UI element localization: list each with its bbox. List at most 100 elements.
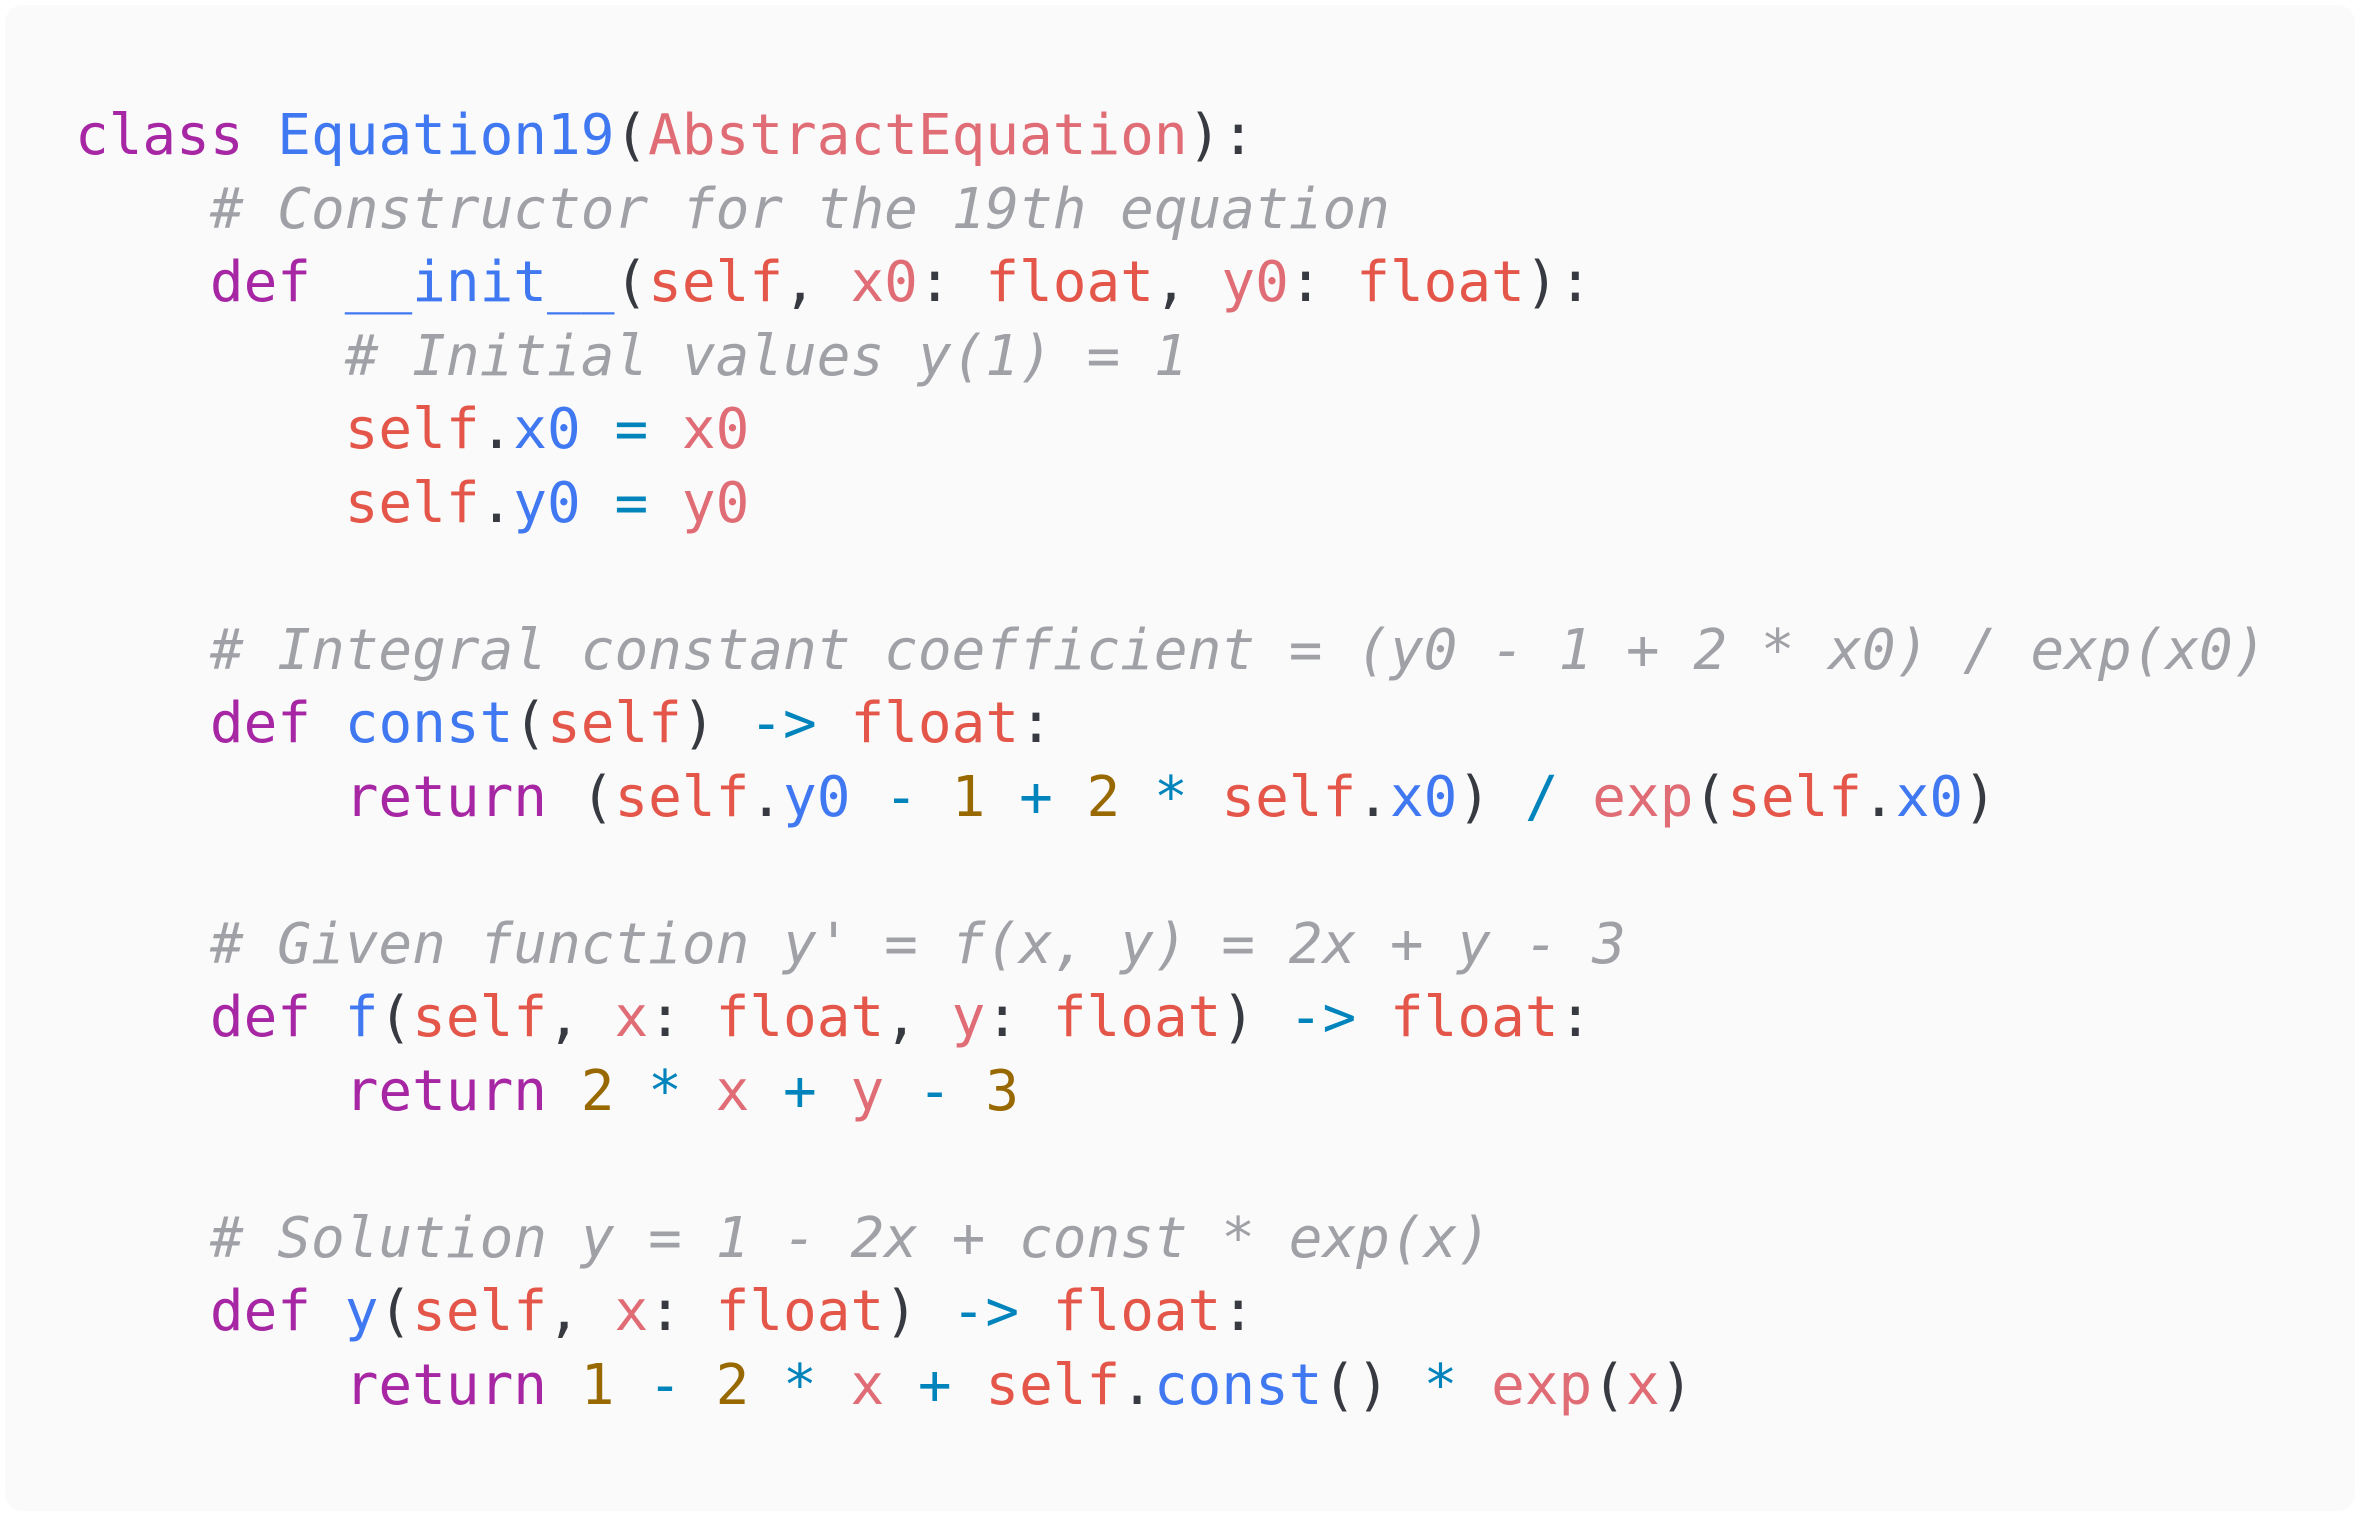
self-token: self [1221,764,1357,830]
code-line: class Equation19(AbstractEquation): [75,99,2355,173]
comment-token: # Given function y' = f(x, y) = 2x + y -… [209,911,1626,977]
code-line: def f(self, x: float, y: float) -> float… [75,981,2355,1055]
self-token: self [1727,764,1862,830]
code-line: # Integral constant coefficient = (y0 - … [75,614,2355,688]
punctuation-token: . [479,470,514,536]
function-name-token: f [344,985,379,1050]
punctuation-token: ): [1187,103,1256,168]
operator-token: -> [1288,985,1357,1050]
code-line: def y(self, x: float) -> float: [75,1275,2355,1349]
punctuation-token: ) [884,1279,918,1344]
type-token: float [1389,985,1559,1050]
operator-token: = [614,397,649,462]
operator-token: * [1423,1352,1458,1418]
parameter-token: y [850,1058,885,1124]
keyword-token: def [209,985,312,1050]
punctuation-token: . [749,764,784,830]
punctuation-token: ) [1221,985,1256,1050]
self-token: self [344,470,480,536]
punctuation-token: ) [1457,764,1492,830]
parameter-token: y0 [681,470,750,536]
punctuation-token: , [547,985,615,1050]
self-token: self [547,691,682,756]
self-token: self [614,764,750,830]
function-name-token: const [344,691,514,756]
parameter-token: y0 [1221,250,1289,315]
number-token: 1 [951,764,986,830]
punctuation-token: . [1356,764,1390,830]
punctuation-token: ( [547,764,615,830]
code-line: self.x0 = x0 [75,393,2355,467]
code-line: # Solution y = 1 - 2x + const * exp(x) [75,1202,2355,1276]
operator-token: -> [749,691,817,756]
parameter-token: x0 [850,250,918,315]
operator-token: * [1153,764,1188,830]
code-block[interactable]: class Equation19(AbstractEquation): # Co… [75,99,2355,1422]
call-token: exp [1592,764,1694,830]
punctuation-token: , [547,1279,615,1344]
punctuation-token: ( [378,1279,413,1344]
code-panel: class Equation19(AbstractEquation): # Co… [5,5,2355,1511]
punctuation-token: ( [1693,764,1728,830]
punctuation-token: ): [1524,250,1593,315]
code-line: # Initial values y(1) = 1 [75,320,2355,394]
self-token: self [648,250,784,315]
parameter-token: x [1625,1352,1660,1418]
code-line: return (self.y0 - 1 + 2 * self.x0) / exp… [75,761,2355,835]
punctuation-token: : [648,1279,716,1344]
punctuation-token: . [479,397,514,462]
keyword-token: def [209,1279,312,1344]
comment-token: # Solution y = 1 - 2x + const * exp(x) [209,1205,1492,1271]
attribute-token: const [1153,1352,1323,1418]
number-token: 2 [580,1058,615,1124]
type-token: float [1052,985,1222,1050]
attribute-token: x0 [1389,764,1458,830]
type-token: float [715,985,885,1050]
parameter-token: x [614,1279,649,1344]
operator-token: / [1524,764,1559,830]
function-name-token: Equation19 [277,103,615,168]
operator-token: + [1019,764,1053,830]
operator-token: + [783,1058,817,1124]
comment-token: # Constructor for the 19th equation [209,176,1390,242]
punctuation-token: ( [614,103,649,168]
punctuation-token: ) [1659,1352,1694,1418]
operator-token: - [884,764,918,830]
code-line: # Constructor for the 19th equation [75,173,2355,247]
